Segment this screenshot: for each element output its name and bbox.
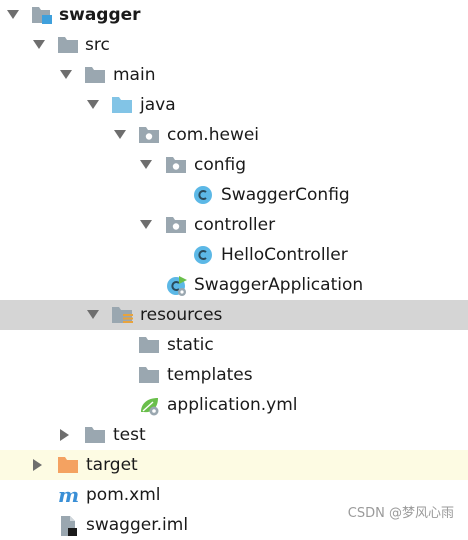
chevron-right-icon[interactable] (31, 450, 45, 480)
tree-row-resources[interactable]: resources (0, 300, 468, 330)
project-tree: swagger src main java com.hewei config S… (0, 0, 468, 540)
tree-row-test[interactable]: test (0, 420, 468, 450)
tree-row-src[interactable]: src (0, 30, 468, 60)
tree-row-java[interactable]: java (0, 90, 468, 120)
tree-label: templates (167, 365, 253, 385)
maven-icon: m (57, 485, 79, 505)
tree-row-swagger-config[interactable]: SwaggerConfig (0, 180, 468, 210)
package-icon (165, 215, 187, 235)
tree-row-swagger[interactable]: swagger (0, 0, 468, 30)
tree-label: src (85, 35, 110, 55)
tree-label: static (167, 335, 214, 355)
folder-icon (138, 335, 160, 355)
tree-label: resources (140, 305, 223, 325)
chevron-down-icon[interactable] (32, 30, 46, 60)
tree-row-hello-controller[interactable]: HelloController (0, 240, 468, 270)
tree-label: test (113, 425, 146, 445)
chevron-down-icon[interactable] (6, 0, 20, 30)
tree-label: main (113, 65, 156, 85)
tree-label: application.yml (167, 395, 298, 415)
chevron-right-icon[interactable] (58, 420, 72, 450)
tree-row-main[interactable]: main (0, 60, 468, 90)
folder-icon (84, 425, 106, 445)
tree-row-static[interactable]: static (0, 330, 468, 360)
tree-label: SwaggerConfig (221, 185, 350, 205)
tree-row-controller[interactable]: controller (0, 210, 468, 240)
tree-label: swagger.iml (86, 515, 189, 535)
tree-label: pom.xml (86, 485, 161, 505)
chevron-down-icon[interactable] (139, 150, 153, 180)
java-class-icon (192, 185, 214, 205)
module-icon (31, 5, 53, 25)
chevron-down-icon[interactable] (86, 90, 100, 120)
excluded-folder-icon (57, 455, 79, 475)
folder-icon (84, 65, 106, 85)
chevron-down-icon[interactable] (86, 300, 100, 330)
tree-label: target (86, 455, 138, 475)
tree-label: java (140, 95, 176, 115)
package-icon (165, 155, 187, 175)
chevron-down-icon[interactable] (59, 60, 73, 90)
java-class-icon (192, 245, 214, 265)
tree-label: SwaggerApplication (194, 275, 364, 295)
tree-label: HelloController (221, 245, 348, 265)
tree-row-config[interactable]: config (0, 150, 468, 180)
spring-config-file-icon (138, 395, 160, 416)
package-icon (138, 125, 160, 145)
tree-label: com.hewei (167, 125, 260, 145)
tree-row-target[interactable]: target (0, 450, 468, 480)
tree-row-templates[interactable]: templates (0, 360, 468, 390)
watermark: CSDN @梦风心雨 (347, 506, 454, 521)
spring-boot-class-icon (165, 275, 187, 296)
tree-row-package[interactable]: com.hewei (0, 120, 468, 150)
chevron-down-icon[interactable] (139, 210, 153, 240)
tree-label: controller (194, 215, 276, 235)
svg-text:m: m (58, 485, 79, 505)
tree-row-application-yml[interactable]: application.yml (0, 390, 468, 420)
iml-file-icon (57, 515, 79, 536)
tree-label: config (194, 155, 247, 175)
folder-icon (57, 35, 79, 55)
folder-icon (138, 365, 160, 385)
tree-row-swagger-application[interactable]: SwaggerApplication (0, 270, 468, 300)
tree-label: swagger (59, 5, 141, 25)
source-root-folder-icon (111, 95, 133, 115)
chevron-down-icon[interactable] (113, 120, 127, 150)
resources-folder-icon (111, 305, 133, 325)
